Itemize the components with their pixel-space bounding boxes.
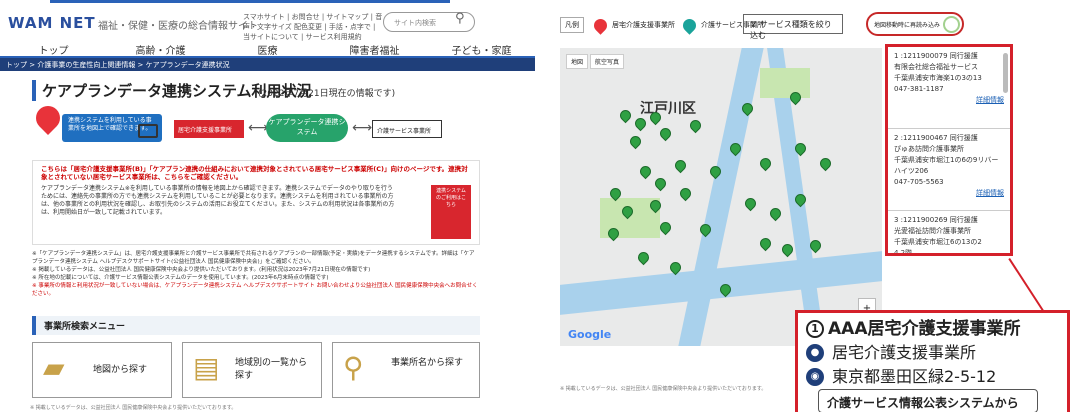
map-tab-map[interactable]: 地図 (566, 54, 589, 69)
page-footnote: ※ 掲載しているデータは、公益社団法人 国民健康保険中央会より提供いただいており… (30, 405, 237, 411)
magnifier-icon: ⚲ (343, 351, 364, 384)
number-badge: 1 (806, 320, 824, 338)
system-link-button[interactable]: 連携システムのご利用はこちら (431, 185, 471, 239)
map-marker[interactable] (652, 175, 669, 192)
search-menu-title: 事業所検索メニュー (32, 316, 480, 335)
map-marker[interactable] (757, 155, 774, 172)
utility-nav[interactable]: スマホサイト | お問合せ | サイトマップ | 音声・文字サイズ 配色変更 |… (243, 12, 383, 42)
map-marker[interactable] (627, 133, 644, 150)
note-item: ※ 所在地の記載については、介護サービス情報公表システムのデータを使用しています… (32, 275, 329, 281)
note-item: ※ 掲載しているデータは、公益社団法人 国民健康保険中央会より提供いただいており… (32, 267, 371, 273)
flow-left-label: 居宅介護支援事業所 (174, 120, 244, 138)
nav-item-medical[interactable]: 医療 (214, 39, 321, 57)
list-item[interactable]: 1 :1211900079 同行援護 有限会社総合福祉サービス 千葉県浦安市海楽… (888, 47, 1010, 129)
reload-on-move-toggle[interactable]: 地図移動時に再読み込み (866, 12, 964, 36)
ward-label: 江戸川区 (640, 101, 696, 117)
refine-service-button[interactable]: ☑ サービス種類を絞り込む (743, 14, 843, 40)
map-marker[interactable] (677, 185, 694, 202)
notice-box: こちらは「居宅介護支援事業所(B)」「ケアプラン連携の仕組みにおいて連携対象とさ… (32, 160, 480, 245)
map-marker[interactable] (657, 219, 674, 236)
facility-detail-card: 1 AAA居宅介護支援事業所 ● 居宅介護支援事業所 ◉ 東京都墨田区緑2-5-… (795, 310, 1070, 412)
map-marker[interactable] (672, 157, 689, 174)
list-scrollbar[interactable] (1003, 53, 1008, 93)
note-item: ※「ケアプランデータ連携システム」は、居宅介護支援事業所と介護サービス事業所で共… (32, 251, 475, 265)
legend-label: 凡例 (560, 17, 584, 33)
map-footnote: ※ 掲載しているデータは、公益社団法人 国民健康保険中央会より提供いただいており… (560, 386, 767, 392)
map-pin-icon (31, 101, 65, 135)
flow-right-label: 介護サービス事業所 (372, 120, 442, 138)
search-public-system-button[interactable]: 介護サービス情報公表システムから検索 (818, 389, 1038, 412)
breadcrumb[interactable]: トップ > 介護事業の生産性向上関連情報 > ケアプランデータ連携状況 (0, 58, 535, 71)
detail-title: 1 AAA居宅介護支援事業所 (806, 317, 1059, 341)
notice-body: ケアプランデータ連携システム※を利用している事業所の情報を地図上から確認できます… (41, 185, 395, 216)
map-marker[interactable] (817, 155, 834, 172)
search-by-name-button[interactable]: ⚲ 事業所名から探す (332, 342, 480, 398)
map-marker[interactable] (635, 249, 652, 266)
map-marker[interactable] (617, 107, 634, 124)
location-pin-icon: ◉ (806, 368, 824, 386)
park-area (760, 68, 810, 98)
map-marker[interactable] (779, 241, 796, 258)
global-nav: トップ 高齢・介護 医療 障害者福祉 子ども・家庭 (0, 39, 535, 58)
map-tab-satellite[interactable]: 航空写真 (590, 54, 625, 69)
teal-pin-icon (680, 15, 699, 35)
search-by-map-button[interactable]: ▰ 地図から探す (32, 342, 172, 398)
bay (560, 251, 882, 315)
list-item[interactable]: 3 :1211900269 同行援護 光愛福祉訪問介護事業所 千葉県浦安市堀江6… (888, 211, 1010, 253)
map-marker[interactable] (767, 205, 784, 222)
person-icon: ● (806, 344, 824, 362)
map-marker[interactable] (657, 125, 674, 142)
search-by-region-button[interactable]: ▤ 地域別の一覧から探す (182, 342, 322, 398)
detail-type-row: ● 居宅介護支援事業所 (806, 341, 1059, 365)
map[interactable]: 地図 航空写真 江戸川区 Google +− (560, 48, 882, 346)
note-item[interactable]: ※ 事業所の情報と利用状況が一致していない場合は、ケアプランデータ連携システム … (32, 282, 480, 298)
toggle-knob (943, 16, 960, 33)
detail-link[interactable]: 詳細情報 (894, 95, 1004, 106)
google-logo: Google (568, 328, 612, 341)
notice-red-text[interactable]: こちらは「居宅介護支援事業所(B)」「ケアプラン連携の仕組みにおいて連携対象とさ… (41, 165, 471, 181)
nav-item-elderly[interactable]: 高齢・介護 (107, 39, 214, 57)
map-marker[interactable] (742, 195, 759, 212)
map-marker[interactable] (632, 115, 649, 132)
map-marker[interactable] (637, 163, 654, 180)
detail-link[interactable]: 詳細情報 (894, 188, 1004, 199)
nav-item-top[interactable]: トップ (0, 39, 107, 57)
checkbox-icon: ☑ (750, 20, 760, 29)
red-pin-icon (591, 15, 610, 35)
nav-item-disability[interactable]: 障害者福祉 (321, 39, 428, 57)
book-icon: ▤ (193, 351, 220, 384)
facility-list[interactable]: 1 :1211900079 同行援護 有限会社総合福祉サービス 千葉県浦安市海楽… (885, 44, 1013, 256)
list-item[interactable]: 2 :1211900467 同行援護 ぴゅあ訪問介護事業所 千葉県浦安市堀江1の… (888, 129, 1010, 211)
legend-item-label: 居宅介護支援事業所 (612, 21, 675, 29)
notes-list: ※「ケアプランデータ連携システム」は、居宅介護支援事業所と介護サービス事業所で共… (32, 250, 480, 298)
map-marker[interactable] (757, 235, 774, 252)
japan-map-icon: ▰ (43, 351, 65, 384)
laptop-icon (138, 124, 158, 138)
flow-diagram: 連携システムを利用している事業所を地図上で確認できます。 居宅介護支援事業所 ⟷… (31, 101, 480, 156)
facility-name: AAA居宅介護支援事業所 (828, 319, 1021, 339)
site-name: 福祉・保健・医療の総合情報サイト (98, 21, 258, 32)
right-panel: 凡例 居宅介護支援事業所 介護サービス事業所 ☑ サービス種類を絞り込む 地図移… (540, 0, 1070, 412)
map-marker[interactable] (687, 117, 704, 134)
left-panel: WAM NET 福祉・保健・医療の総合情報サイト スマホサイト | お問合せ |… (0, 0, 535, 412)
site-logo[interactable]: WAM NET (8, 14, 96, 32)
detail-address-row: ◉ 東京都墨田区緑2-5-12 (806, 365, 1059, 389)
top-accent-line (50, 0, 450, 3)
search-icon[interactable]: ⚲ (455, 11, 465, 26)
legend: 凡例 居宅介護支援事業所 介護サービス事業所 (560, 14, 764, 36)
flow-center-label: ケアプランデータ連携システム (266, 114, 348, 142)
arrow-icon: ⟷ (352, 120, 373, 136)
page-date-note: (2022年7月21日現在の情報です) (258, 89, 396, 99)
nav-item-children[interactable]: 子ども・家庭 (428, 39, 535, 57)
